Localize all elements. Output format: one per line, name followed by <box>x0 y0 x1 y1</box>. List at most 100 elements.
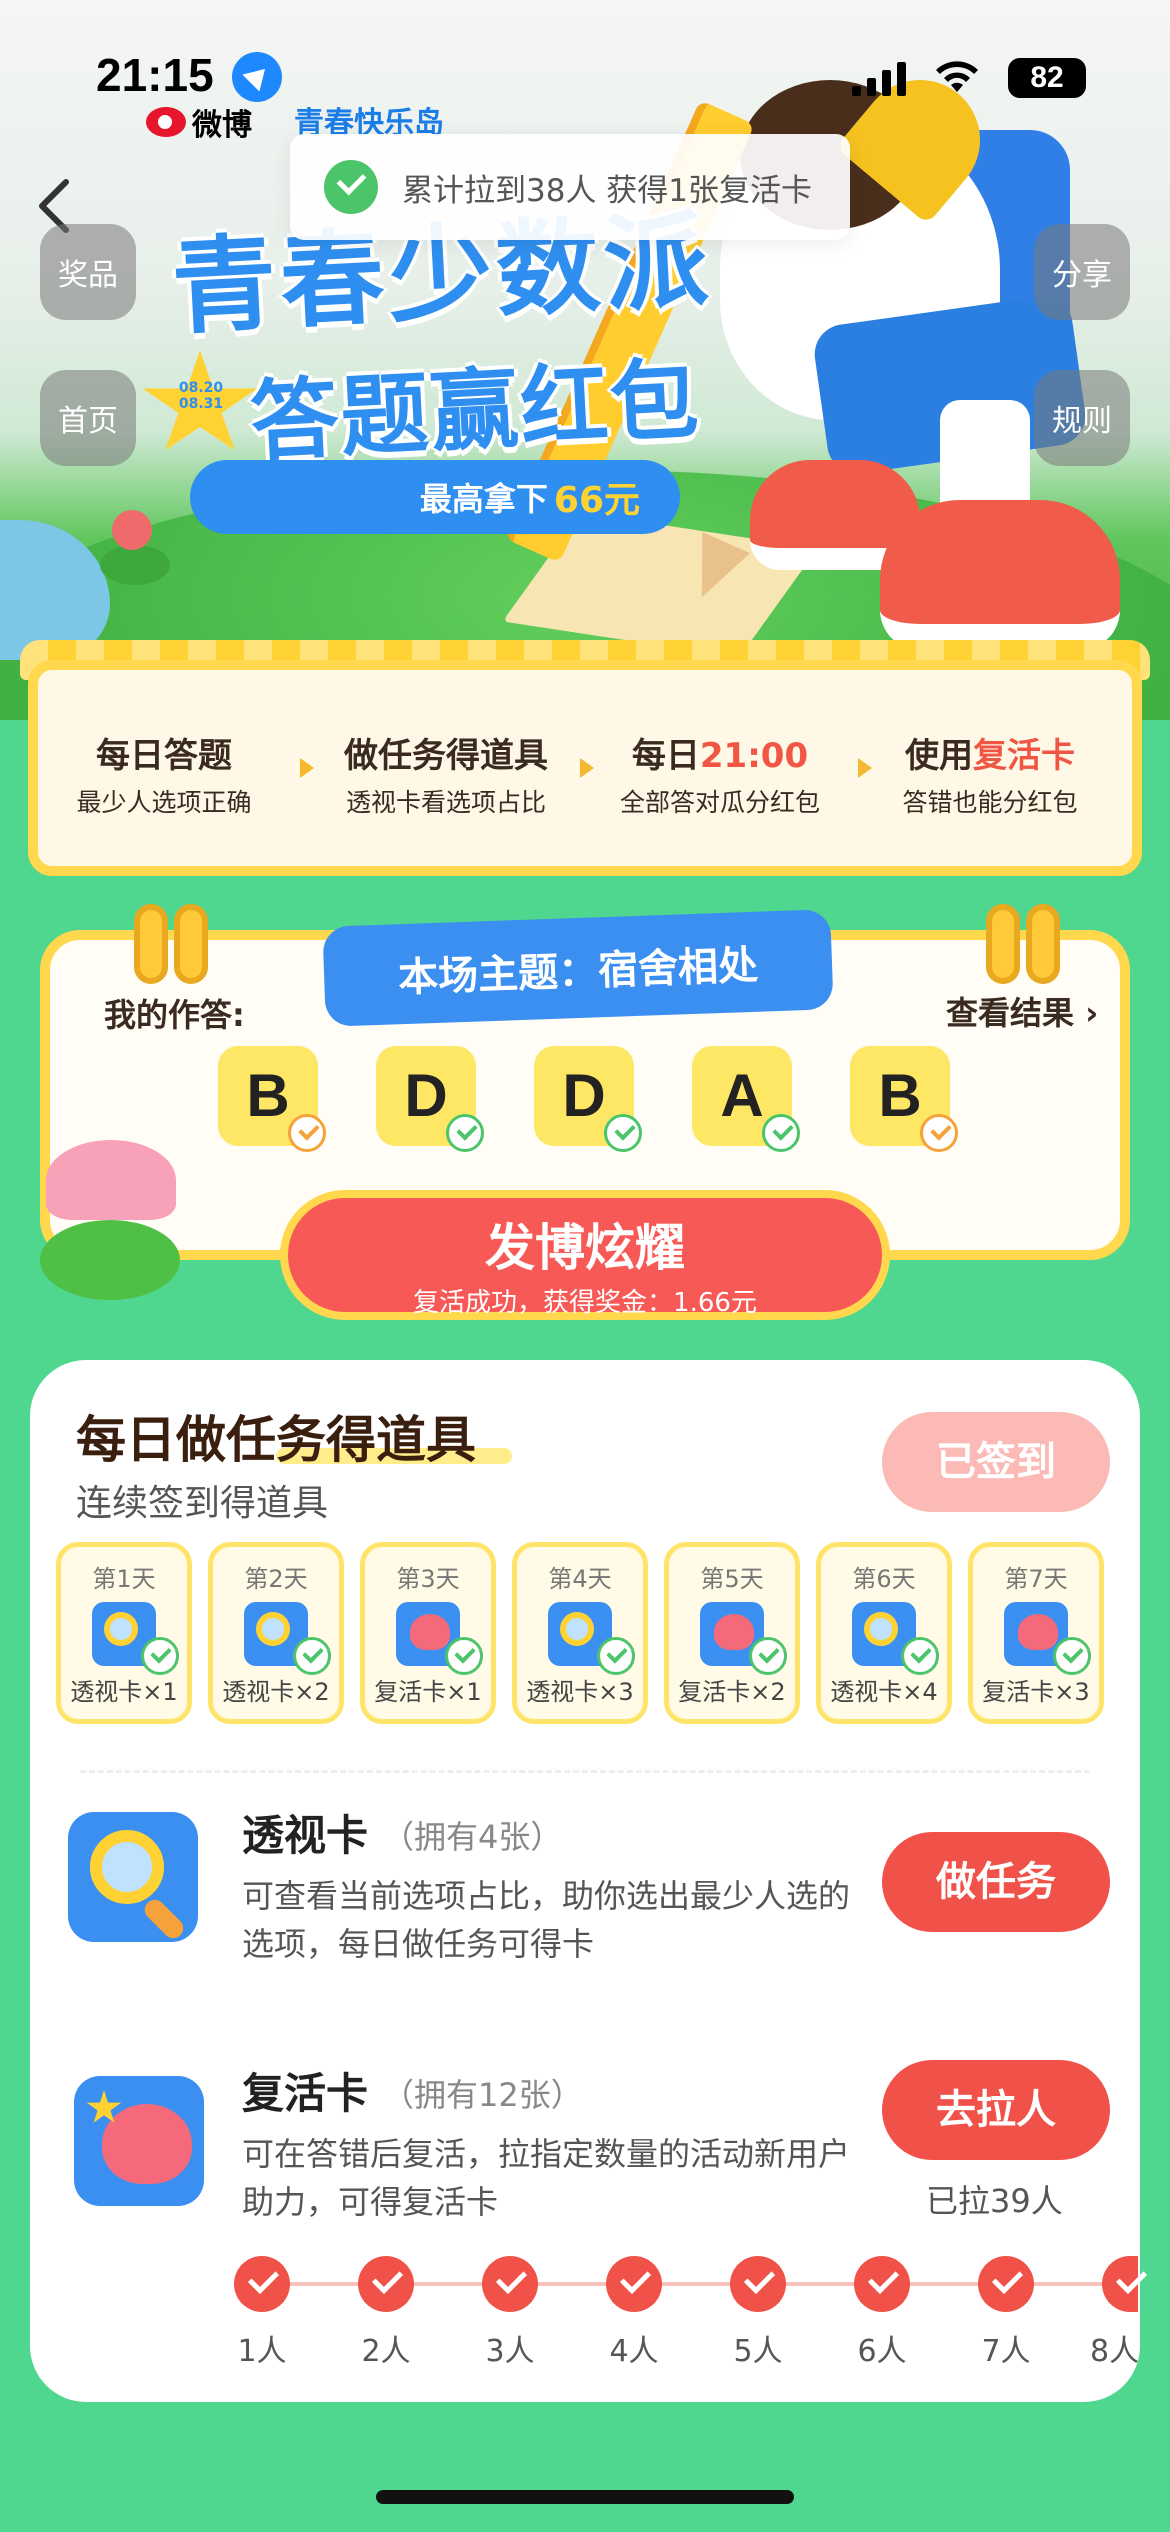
step-check-icon <box>978 2256 1034 2312</box>
rule-desc-highlight: 透视卡 <box>345 788 421 817</box>
rule-title-highlight: 复活卡 <box>973 736 1075 776</box>
rule-title-prefix: 使用 <box>905 736 973 776</box>
weibo-logo: 微博 <box>146 100 252 144</box>
location-arrow-icon <box>232 52 282 102</box>
my-answers-label: 我的作答: <box>104 996 245 1034</box>
item-name: 复活卡 <box>242 2069 369 2118</box>
home-indicator[interactable] <box>376 2490 794 2504</box>
checkin-day-card: 第7天 复活卡×3 <box>968 1542 1104 1724</box>
check-green-icon <box>1053 1637 1091 1675</box>
bush-decoration <box>40 1220 180 1300</box>
check-green-icon <box>293 1637 331 1675</box>
panel-title: 每日做任务得道具 <box>76 1411 476 1469</box>
prizes-button[interactable]: 奖品 <box>40 224 136 320</box>
rule-desc: 透视卡看选项占比 <box>326 783 566 819</box>
check-orange-icon <box>920 1114 958 1152</box>
day-label: 第6天 <box>852 1565 916 1593</box>
check-green-icon <box>597 1637 635 1675</box>
binder-ring <box>986 904 1020 984</box>
do-task-button[interactable]: 做任务 <box>882 1832 1110 1932</box>
day-label: 第4天 <box>548 1565 612 1593</box>
day-reward: 复活卡×3 <box>982 1678 1090 1706</box>
share-button-subtitle: 复活成功，获得奖金：1.66元 <box>413 1288 757 1318</box>
home-button[interactable]: 首页 <box>40 370 136 466</box>
step-label: 4人 <box>609 2334 659 2369</box>
max-prize-prefix: 最高拿下 <box>419 480 548 518</box>
invited-count: 已拉39人 <box>926 2182 1063 2220</box>
topic-banner: 本场主题：宿舍相处 <box>322 909 834 1027</box>
checkin-day-card: 第5天 复活卡×2 <box>664 1542 800 1724</box>
rule-title: 每日答题 <box>96 736 232 776</box>
revive-card-icon <box>74 2076 204 2206</box>
item-name: 透视卡 <box>242 1811 369 1860</box>
rule-title-prefix: 每日 <box>631 736 700 776</box>
step-label: 2人 <box>361 2334 411 2369</box>
binder-ring <box>134 904 168 984</box>
day-label: 第3天 <box>396 1565 460 1593</box>
rule-task-props: 做任务得道具 透视卡看选项占比 <box>326 728 566 819</box>
check-circle-icon <box>324 160 378 214</box>
rule-desc-text: 看选项占比 <box>421 788 547 817</box>
pink-flower-decoration <box>46 1140 176 1220</box>
arrow-right-icon <box>300 758 314 778</box>
binder-ring <box>1026 904 1060 984</box>
rules-button[interactable]: 规则 <box>1034 370 1130 466</box>
check-green-icon <box>762 1114 800 1152</box>
hero-subtitle: 答题赢红包 <box>247 347 703 474</box>
magnifier-card-icon <box>68 1812 198 1943</box>
check-green-icon <box>141 1637 179 1675</box>
day-reward: 透视卡×4 <box>830 1678 938 1706</box>
share-button-title: 发博炫耀 <box>485 1219 685 1277</box>
item-owned-count: （拥有4张） <box>382 1818 563 1856</box>
step-label: 1人 <box>237 2334 287 2369</box>
max-prize-amount: 66元 <box>553 480 640 521</box>
rule-title: 使用复活卡 <box>870 728 1110 777</box>
step-check-icon <box>234 2256 290 2312</box>
share-to-weibo-button[interactable]: 发博炫耀 复活成功，获得奖金：1.66元 <box>280 1190 890 1320</box>
rule-title-highlight: 21:00 <box>699 736 809 776</box>
check-orange-icon <box>288 1114 326 1152</box>
step-label: 3人 <box>485 2334 535 2369</box>
step-label: 8人 <box>1090 2334 1140 2369</box>
item-description: 可查看当前选项占比，助你选出最少人选的选项，每日做任务可得卡 <box>242 1877 851 1963</box>
share-button[interactable]: 分享 <box>1034 224 1130 320</box>
toast-notification: 累计拉到38人 获得1张复活卡 <box>290 134 850 240</box>
day-reward: 透视卡×2 <box>222 1678 330 1706</box>
clock: 21:15 <box>96 49 214 101</box>
checkin-day-card: 第4天 透视卡×3 <box>512 1542 648 1724</box>
day-reward: 透视卡×3 <box>526 1678 634 1706</box>
view-results-link[interactable]: 查看结果 › <box>946 988 1098 1034</box>
day-label: 第7天 <box>1004 1565 1068 1593</box>
day-reward: 复活卡×2 <box>678 1678 786 1706</box>
invite-friends-button[interactable]: 去拉人 <box>882 2060 1110 2160</box>
divider <box>80 1770 1090 1773</box>
rule-desc: 全部答对瓜分红包 <box>619 788 820 817</box>
weibo-app-name: 微博 <box>192 108 252 143</box>
checked-in-button[interactable]: 已签到 <box>882 1412 1110 1512</box>
status-bar: 21:15 82 <box>0 0 1170 110</box>
rule-revive-card: 使用复活卡 答错也能分红包 <box>870 728 1110 819</box>
date-range: 08.20 08.31 <box>156 380 246 412</box>
panel-subtitle: 连续签到得道具 <box>76 1483 329 1524</box>
max-prize-banner: 最高拿下 66元 <box>190 460 680 534</box>
flower-decoration <box>112 510 152 550</box>
rule-desc: 答错也能分红包 <box>902 788 1078 817</box>
step-label: 5人 <box>733 2334 783 2369</box>
shoe-right-illustration <box>880 500 1120 650</box>
day-reward: 复活卡×1 <box>374 1678 482 1706</box>
date-start: 08.20 <box>178 380 224 396</box>
step-label: 6人 <box>857 2334 907 2369</box>
rule-daily-answer: 每日答题 最少人选项正确 <box>44 728 284 819</box>
battery-icon: 82 <box>1008 58 1086 98</box>
water <box>0 520 110 660</box>
checkin-day-card: 第2天 透视卡×2 <box>208 1542 344 1724</box>
step-check-icon <box>358 2256 414 2312</box>
rule-desc-highlight: 最少人 <box>76 788 152 817</box>
check-green-icon <box>604 1114 642 1152</box>
wifi-icon <box>936 61 978 92</box>
day-reward: 透视卡×1 <box>70 1678 178 1706</box>
toast-text: 累计拉到38人 获得1张复活卡 <box>402 172 813 209</box>
item-owned-count: （拥有12张） <box>382 2076 583 2114</box>
step-check-icon <box>854 2256 910 2312</box>
weibo-eye-icon <box>146 107 186 137</box>
